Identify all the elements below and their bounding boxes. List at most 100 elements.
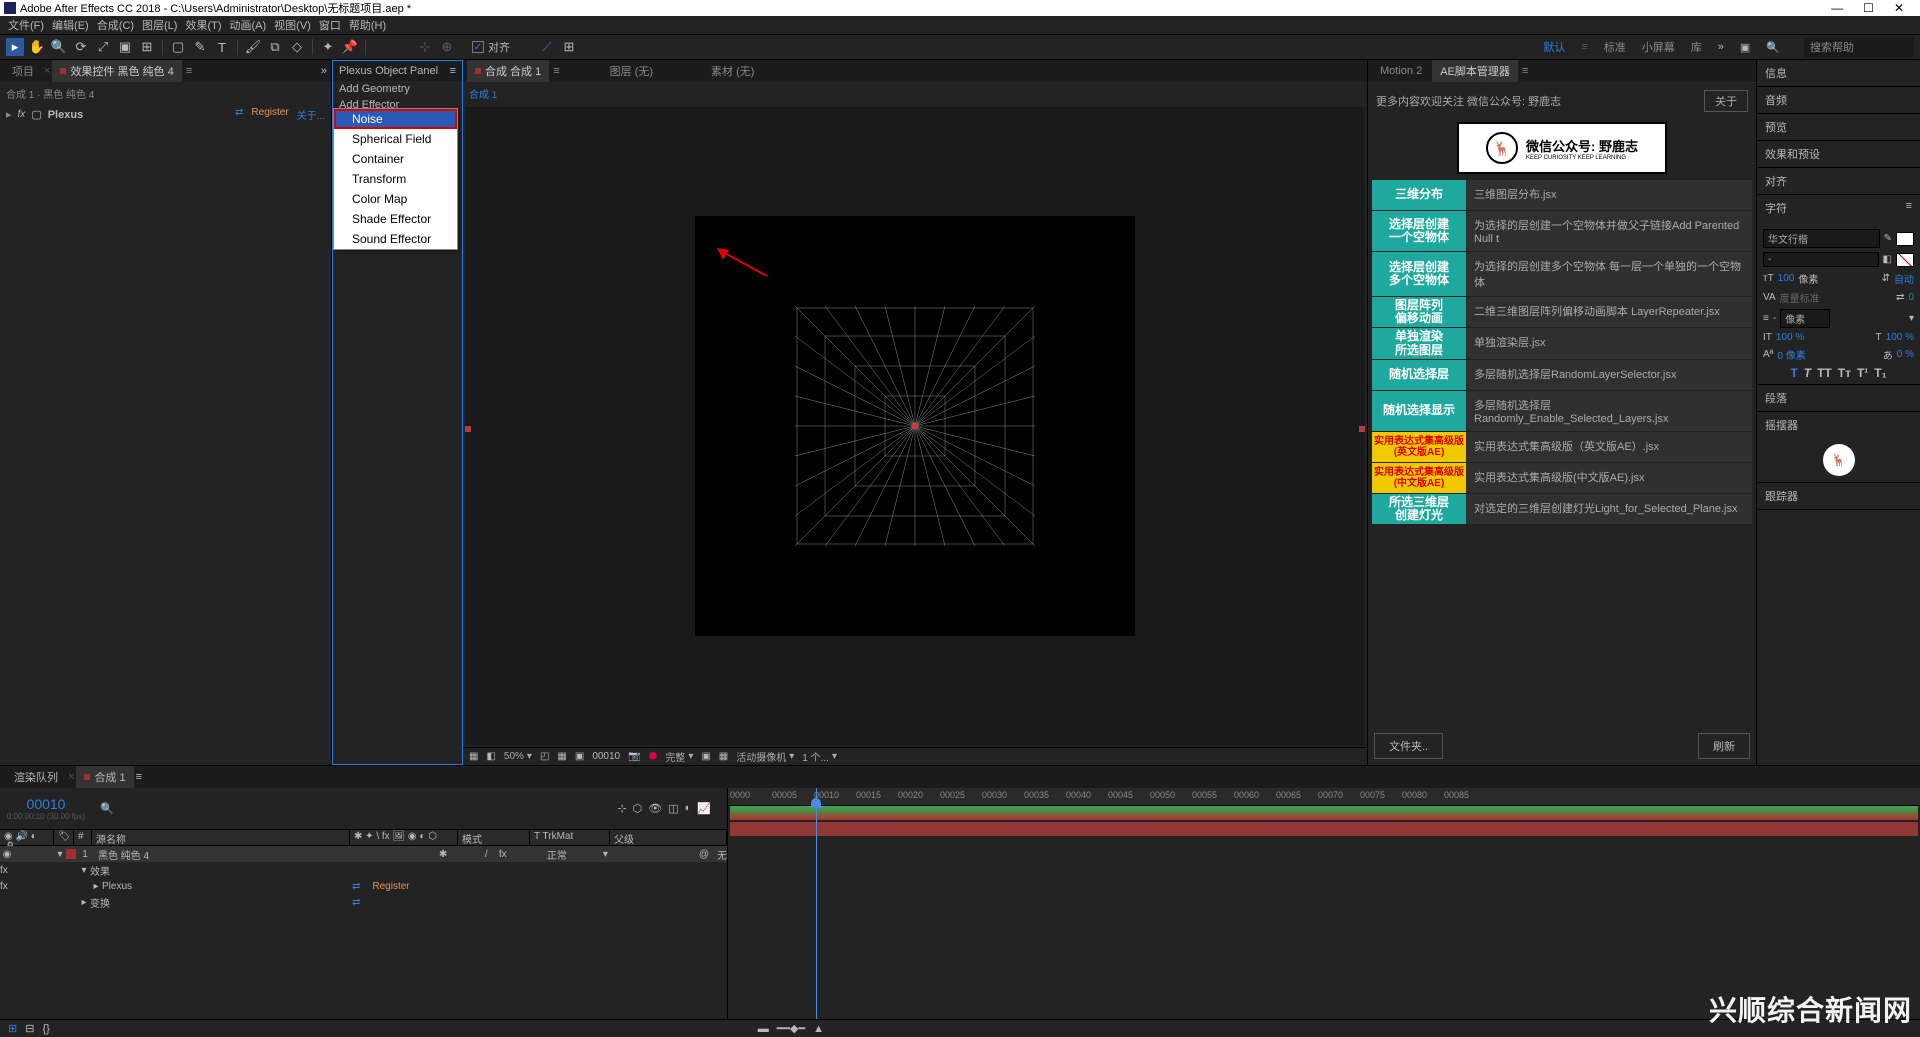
brush-tool-icon[interactable]: 🖌	[244, 38, 262, 56]
workspace-standard[interactable]: 标准	[1604, 39, 1626, 55]
tracking-value[interactable]: 0	[1908, 292, 1914, 303]
parent-pickwhip-icon[interactable]: @	[699, 849, 709, 860]
hand-tool-icon[interactable]: ✋	[28, 38, 46, 56]
menu-layer[interactable]: 图层(L)	[142, 17, 177, 33]
clone-tool-icon[interactable]: ⧉	[266, 38, 284, 56]
effector-sound[interactable]: Sound Effector	[334, 229, 457, 249]
anchor-tool-icon[interactable]: ⊞	[138, 38, 156, 56]
current-timecode[interactable]: 00010 0:00:00:10 (30.00 fps)	[0, 788, 92, 829]
timeline-track-area[interactable]: 0000000050001000015000200002500030000350…	[728, 788, 1920, 1019]
transform-group-row[interactable]: ▸ 变换 ⇄	[0, 894, 727, 910]
guides-icon[interactable]: ▦	[719, 751, 728, 762]
menu-view[interactable]: 视图(V)	[274, 17, 311, 33]
twirl-icon[interactable]: ▾	[54, 849, 66, 860]
snap-grid-icon[interactable]: ⊞	[560, 38, 578, 56]
effector-color-map[interactable]: Color Map	[334, 189, 457, 209]
pen-tool-icon[interactable]: ✎	[191, 38, 209, 56]
quality-dropdown[interactable]: 完整▾	[665, 749, 693, 764]
effect-plexus-row[interactable]: ▸ fx ▢ Plexus ⇄ Register 关于...	[0, 105, 331, 124]
px-unit-dropdown[interactable]: 像素	[1780, 309, 1830, 328]
bold-button[interactable]: T	[1790, 366, 1797, 380]
frame-blend-icon[interactable]: ◫	[668, 802, 678, 815]
twirl-icon[interactable]: ▾	[78, 865, 90, 876]
channel-icon[interactable]: ⬢	[649, 751, 658, 762]
timeline-layer-row[interactable]: ◉ ▾ 1 黑色 纯色 4 ✱/fx 正常▾ @ 无	[0, 846, 727, 862]
workspace-small[interactable]: 小屏幕	[1642, 39, 1675, 55]
menu-file[interactable]: 文件(F)	[8, 17, 44, 33]
snapshot-icon[interactable]: 📷	[628, 751, 640, 762]
effector-container[interactable]: Container	[334, 149, 457, 169]
maximize-button[interactable]: ☐	[1863, 1, 1874, 15]
text-tool-icon[interactable]: T	[213, 38, 231, 56]
minimize-button[interactable]: —	[1831, 1, 1843, 15]
audio-panel-header[interactable]: 音频	[1765, 92, 1787, 108]
effects-group-row[interactable]: fx ▾ 效果	[0, 862, 727, 878]
col-parent[interactable]: 父级	[610, 830, 727, 845]
twirl-icon[interactable]: ▸	[78, 897, 90, 908]
world-axis-icon[interactable]: ⊕	[438, 38, 456, 56]
view-icon[interactable]: ▣	[701, 751, 710, 762]
bbox-handle-left[interactable]	[465, 426, 471, 432]
panel-menu-icon[interactable]: ≡	[186, 65, 192, 77]
stroke-toggle-icon[interactable]: ◧	[1883, 254, 1892, 265]
col-trkmat[interactable]: T TrkMat	[530, 830, 610, 845]
puppet-tool-icon[interactable]: 📌	[341, 38, 359, 56]
script-run-button[interactable]: 选择层创建一个空物体	[1372, 211, 1466, 251]
italic-button[interactable]: T	[1804, 366, 1811, 380]
toggle-modes-icon[interactable]: ⊟	[25, 1022, 34, 1035]
superscript-button[interactable]: T¹	[1857, 366, 1868, 380]
stroke-color-swatch[interactable]	[1896, 253, 1914, 267]
fill-color-swatch[interactable]	[1896, 232, 1914, 246]
toggle-brackets-icon[interactable]: {}	[42, 1023, 49, 1035]
eyedropper-icon[interactable]: ✎	[1884, 233, 1892, 244]
close-button[interactable]: ✕	[1894, 1, 1904, 15]
panel-menu-icon[interactable]: ≡	[1906, 200, 1912, 216]
grid-icon[interactable]: ▦	[469, 751, 478, 762]
script-run-button[interactable]: 随机选择层	[1372, 360, 1466, 390]
script-row[interactable]: 三维分布三维图层分布.jsx	[1372, 180, 1752, 210]
camera-tool-icon[interactable]: ▣	[116, 38, 134, 56]
label-color[interactable]	[66, 849, 76, 859]
composition-viewer[interactable]	[465, 107, 1365, 745]
tracker-panel-header[interactable]: 跟踪器	[1765, 488, 1798, 504]
smallcaps-button[interactable]: Tᴛ	[1838, 366, 1851, 380]
panel-menu-icon[interactable]: ≡	[450, 65, 456, 77]
tab-layer[interactable]: 图层 (无)	[602, 60, 661, 82]
script-row[interactable]: 随机选择显示多层随机选择层Randomly_Enable_Selected_La…	[1372, 391, 1752, 431]
panel-menu-icon[interactable]: ≡	[1522, 65, 1528, 77]
about-link[interactable]: 关于...	[297, 107, 325, 122]
hscale-value[interactable]: 100 %	[1886, 332, 1914, 343]
zoom-dropdown[interactable]: 50%▾	[504, 751, 532, 762]
draft-3d-icon[interactable]: ⬡	[633, 802, 643, 815]
transparency-icon[interactable]: ▦	[557, 751, 566, 762]
tab-render-queue[interactable]: 渲染队列	[6, 766, 66, 788]
timeline-search-input[interactable]	[120, 801, 612, 816]
allcaps-button[interactable]: TT	[1817, 366, 1832, 380]
zoom-tool-icon[interactable]: 🔍	[50, 38, 68, 56]
register-link[interactable]: Register	[360, 881, 409, 892]
workspace-overflow-icon[interactable]: »	[1718, 41, 1724, 53]
workspace-library[interactable]: 库	[1691, 39, 1702, 55]
script-run-button[interactable]: 选择层创建多个空物体	[1372, 252, 1466, 296]
script-run-button[interactable]: 单独渲染所选图层	[1372, 328, 1466, 358]
script-run-button[interactable]: 所选三维层创建灯光	[1372, 494, 1466, 524]
work-area-bar[interactable]	[730, 806, 1918, 820]
effector-shade[interactable]: Shade Effector	[334, 209, 457, 229]
comp-mini-flowchart-icon[interactable]: ⊹	[617, 802, 626, 815]
script-row[interactable]: 选择层创建多个空物体为选择的层创建多个空物体 每一层一个单独的一个空物体	[1372, 252, 1752, 296]
hide-shy-icon[interactable]: 👁	[648, 802, 662, 815]
eraser-tool-icon[interactable]: ◇	[288, 38, 306, 56]
camera-dropdown[interactable]: 活动摄像机▾	[736, 749, 794, 764]
time-ruler[interactable]: 0000000050001000015000200002500030000350…	[728, 788, 1920, 806]
mask-icon[interactable]: ◧	[486, 751, 495, 762]
col-source-name[interactable]: 源名称	[92, 830, 350, 845]
workspace-default[interactable]: 默认	[1543, 39, 1565, 55]
tab-composition[interactable]: 合成 合成 1	[467, 60, 549, 82]
menu-window[interactable]: 窗口	[319, 17, 341, 33]
snap-checkbox[interactable]: ✓	[472, 41, 484, 53]
effects-presets-header[interactable]: 效果和预设	[1765, 146, 1820, 162]
twirl-icon[interactable]: ▸	[90, 881, 102, 892]
about-button[interactable]: 关于	[1704, 90, 1748, 112]
script-run-button[interactable]: 实用表达式集高级版(英文版AE)	[1372, 432, 1466, 462]
script-row[interactable]: 单独渲染所选图层单独渲染层.jsx	[1372, 328, 1752, 358]
